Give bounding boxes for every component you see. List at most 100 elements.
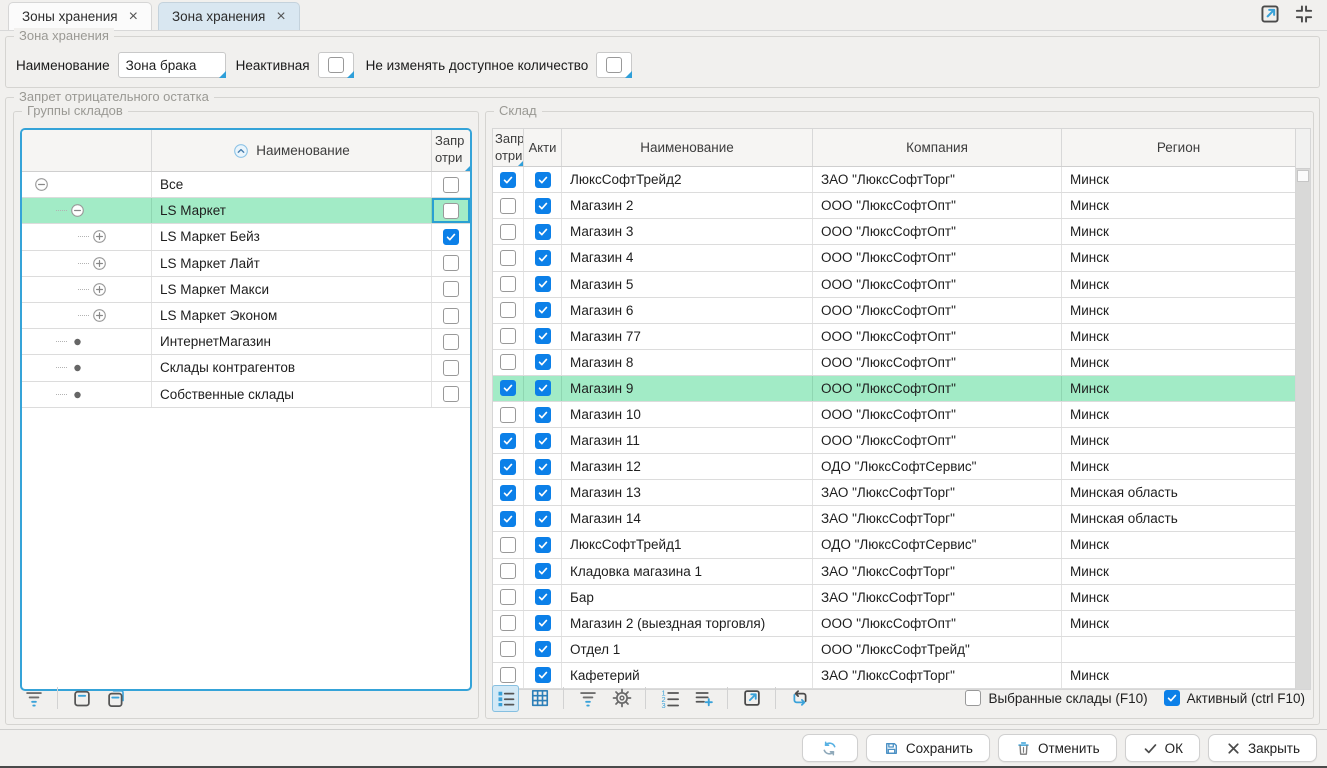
active-checkbox[interactable] bbox=[535, 198, 551, 214]
warehouse-row[interactable]: Магазин 10 ООО "ЛюксСофтОпт" Минск bbox=[493, 402, 1295, 428]
name-column-header[interactable]: Наименование bbox=[562, 129, 813, 166]
restrict-checkbox[interactable] bbox=[500, 198, 516, 214]
warehouse-row[interactable]: Отдел 1 ООО "ЛюксСофтТрейд" bbox=[493, 637, 1295, 663]
active-checkbox[interactable] bbox=[535, 485, 551, 501]
keep-qty-checkbox-field[interactable] bbox=[596, 52, 632, 78]
tab-close-icon[interactable]: × bbox=[129, 9, 138, 25]
warehouse-row[interactable]: ЛюксСофтТрейд2 ЗАО "ЛюксСофтТорг" Минск bbox=[493, 167, 1295, 193]
filter-checkbox-2[interactable]: Активный (ctrl F10) bbox=[1164, 690, 1305, 706]
restrict-checkbox[interactable] bbox=[500, 641, 516, 657]
active-checkbox[interactable] bbox=[535, 407, 551, 423]
open-external-button[interactable] bbox=[738, 685, 765, 712]
restrict-checkbox[interactable] bbox=[443, 177, 459, 193]
tree-row[interactable]: LS Маркет Макси bbox=[22, 277, 470, 303]
tab-close-icon[interactable]: × bbox=[276, 9, 285, 25]
tree-row[interactable]: LS Маркет Эконом bbox=[22, 303, 470, 329]
tree-row[interactable]: Все bbox=[22, 172, 470, 198]
company-column-header[interactable]: Компания bbox=[813, 129, 1062, 166]
collapse-node-button[interactable] bbox=[68, 685, 95, 712]
restrict-checkbox[interactable] bbox=[500, 328, 516, 344]
check-button[interactable]: ОК bbox=[1125, 734, 1200, 762]
restrict-checkbox[interactable] bbox=[500, 224, 516, 240]
inactive-checkbox[interactable] bbox=[328, 57, 344, 73]
warehouse-row[interactable]: Бар ЗАО "ЛюксСофтТорг" Минск bbox=[493, 585, 1295, 611]
active-checkbox[interactable] bbox=[535, 354, 551, 370]
collapse-node-icon[interactable] bbox=[34, 177, 49, 192]
warehouse-row[interactable]: ЛюксСофтТрейд1 ОДО "ЛюксСофтСервис" Минс… bbox=[493, 532, 1295, 558]
gear-button[interactable] bbox=[608, 685, 635, 712]
inactive-checkbox-field[interactable] bbox=[318, 52, 354, 78]
restrict-checkbox[interactable] bbox=[500, 667, 516, 683]
restrict-checkbox[interactable] bbox=[443, 308, 459, 324]
restrict-checkbox[interactable] bbox=[500, 485, 516, 501]
restrict-checkbox[interactable] bbox=[500, 589, 516, 605]
warehouse-row[interactable]: Магазин 6 ООО "ЛюксСофтОпт" Минск bbox=[493, 298, 1295, 324]
restrict-checkbox[interactable] bbox=[443, 255, 459, 271]
restrict-checkbox[interactable] bbox=[500, 276, 516, 292]
tree-row[interactable]: ИнтернетМагазин bbox=[22, 329, 470, 355]
warehouse-row[interactable]: Магазин 12 ОДО "ЛюксСофтСервис" Минск bbox=[493, 454, 1295, 480]
tab-1[interactable]: Зоны хранения × bbox=[8, 2, 152, 30]
restrict-checkbox[interactable] bbox=[443, 386, 459, 402]
grid-view-button[interactable] bbox=[526, 685, 553, 712]
active-checkbox[interactable] bbox=[535, 276, 551, 292]
tree-row[interactable]: Склады контрагентов bbox=[22, 355, 470, 381]
active-checkbox[interactable] bbox=[535, 511, 551, 527]
restrict-checkbox[interactable] bbox=[443, 281, 459, 297]
restore-layout-icon[interactable] bbox=[1293, 3, 1315, 25]
restrict-checkbox[interactable] bbox=[500, 354, 516, 370]
tree-row[interactable]: LS Маркет bbox=[22, 198, 470, 224]
tree-name-column-header[interactable]: Наименование bbox=[152, 130, 432, 171]
active-checkbox[interactable] bbox=[535, 589, 551, 605]
restrict-checkbox[interactable] bbox=[500, 380, 516, 396]
name-input[interactable]: Зона брака bbox=[118, 52, 226, 78]
filter-button[interactable] bbox=[574, 685, 601, 712]
filter-checkbox-box[interactable] bbox=[965, 690, 981, 706]
restrict-checkbox[interactable] bbox=[443, 334, 459, 350]
active-checkbox[interactable] bbox=[535, 641, 551, 657]
warehouse-row[interactable]: Магазин 8 ООО "ЛюксСофтОпт" Минск bbox=[493, 350, 1295, 376]
restrict-checkbox[interactable] bbox=[500, 302, 516, 318]
warehouse-row[interactable]: Магазин 9 ООО "ЛюксСофтОпт" Минск bbox=[493, 376, 1295, 402]
restrict-checkbox[interactable] bbox=[443, 203, 459, 219]
warehouse-row[interactable]: Магазин 5 ООО "ЛюксСофтОпт" Минск bbox=[493, 272, 1295, 298]
restrict-checkbox[interactable] bbox=[500, 407, 516, 423]
restrict-checkbox[interactable] bbox=[500, 433, 516, 449]
warehouse-row[interactable]: Магазин 13 ЗАО "ЛюксСофтТорг" Минская об… bbox=[493, 480, 1295, 506]
add-list-button[interactable] bbox=[690, 685, 717, 712]
repeat-button[interactable] bbox=[786, 685, 813, 712]
active-checkbox[interactable] bbox=[535, 537, 551, 553]
warehouse-row[interactable]: Магазин 77 ООО "ЛюксСофтОпт" Минск bbox=[493, 324, 1295, 350]
tree-row[interactable]: LS Маркет Лайт bbox=[22, 251, 470, 277]
restrict-checkbox[interactable] bbox=[500, 537, 516, 553]
save-button[interactable]: Сохранить bbox=[866, 734, 990, 762]
open-in-new-window-icon[interactable] bbox=[1259, 3, 1281, 25]
active-checkbox[interactable] bbox=[535, 328, 551, 344]
active-checkbox[interactable] bbox=[535, 250, 551, 266]
restrict-checkbox[interactable] bbox=[500, 172, 516, 188]
active-checkbox[interactable] bbox=[535, 302, 551, 318]
restrict-checkbox[interactable] bbox=[500, 563, 516, 579]
tree-row[interactable]: Собственные склады bbox=[22, 382, 470, 408]
active-checkbox[interactable] bbox=[535, 172, 551, 188]
warehouse-row[interactable]: Магазин 11 ООО "ЛюксСофтОпт" Минск bbox=[493, 428, 1295, 454]
restrict-column-header[interactable]: Запр отри bbox=[493, 129, 524, 166]
expand-node-icon[interactable] bbox=[92, 282, 107, 297]
active-checkbox[interactable] bbox=[535, 224, 551, 240]
active-checkbox[interactable] bbox=[535, 615, 551, 631]
region-column-header[interactable]: Регион bbox=[1062, 129, 1295, 166]
filter-button[interactable] bbox=[20, 685, 47, 712]
active-checkbox[interactable] bbox=[535, 433, 551, 449]
warehouse-row[interactable]: Магазин 2 ООО "ЛюксСофтОпт" Минск bbox=[493, 193, 1295, 219]
keep-qty-checkbox[interactable] bbox=[606, 57, 622, 73]
trash-button[interactable]: Отменить bbox=[998, 734, 1117, 762]
refresh-button[interactable] bbox=[802, 734, 858, 762]
active-column-header[interactable]: Акти bbox=[524, 129, 562, 166]
warehouse-row[interactable]: Магазин 2 (выездная торговля) ООО "ЛюксС… bbox=[493, 611, 1295, 637]
restrict-checkbox[interactable] bbox=[443, 360, 459, 376]
restrict-checkbox[interactable] bbox=[500, 615, 516, 631]
filter-checkbox-1[interactable]: Выбранные склады (F10) bbox=[965, 690, 1147, 706]
tree-row[interactable]: LS Маркет Бейз bbox=[22, 224, 470, 250]
restrict-checkbox[interactable] bbox=[500, 511, 516, 527]
restrict-checkbox[interactable] bbox=[500, 459, 516, 475]
